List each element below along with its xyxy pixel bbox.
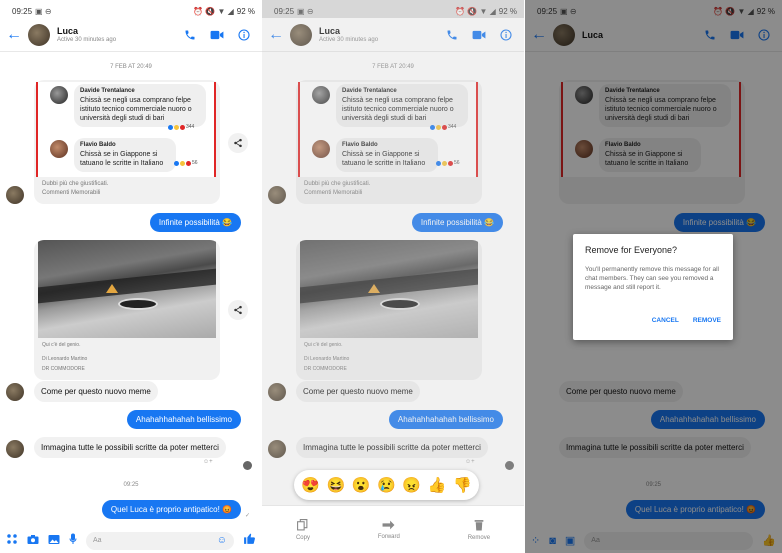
remove-button[interactable]: Remove (468, 519, 490, 541)
cancel-button[interactable]: CANCEL (652, 317, 679, 324)
date-stamp: 7 FEB AT 20:49 (110, 64, 152, 70)
message-incoming[interactable]: Come per questo nuovo meme (34, 381, 158, 402)
comment-text: Chissà se in Giappone si tatuano le scri… (80, 151, 164, 167)
back-arrow-icon[interactable]: ← (0, 26, 28, 44)
video-call-icon[interactable] (210, 29, 224, 41)
reaction-love-icon[interactable]: 😍 (301, 476, 320, 494)
battery-level: 92 % (236, 7, 255, 16)
microphone-icon[interactable] (69, 532, 77, 550)
remove-label: Remove (467, 534, 491, 541)
reaction-sad-icon[interactable]: 😢 (377, 476, 396, 494)
copy-label: Copy (295, 534, 310, 541)
chat-panel-reaction-menu: 09:25 ▣ ⊖ ⏰ 🔇 ▼ ◢ 92 % ← Luca Active 30 mi… (262, 0, 524, 553)
confirm-remove-button[interactable]: REMOVE (693, 317, 721, 324)
chat-panel-normal: 09:25 ▣ ⊖ ⏰ 🔇 ▼ ◢ 92 % ← Luca Active 30 mi… (0, 0, 262, 553)
add-reaction-icon[interactable]: ☺+ (203, 459, 213, 465)
time-stamp: 09:25 (123, 482, 139, 488)
reaction-count: 56 (192, 160, 198, 166)
reaction-wow-icon[interactable]: 😮 (352, 476, 371, 494)
contact-avatar[interactable] (28, 23, 50, 46)
post-caption: Dubbi più che giustificati. (42, 181, 109, 187)
sender-avatar (6, 383, 24, 401)
forward-label: Forward (377, 533, 400, 540)
chat-panel-remove-dialog: 09:25 ▣ ⊖ ⏰ 🔇 ▼ ◢ 92 % ← Luca Davide Trent… (525, 0, 782, 553)
share-icon[interactable] (228, 133, 248, 153)
comment-reactions: 56 (174, 160, 198, 166)
remove-dialog: Remove for Everyone? You'll permanently … (573, 234, 733, 340)
copy-icon (297, 518, 308, 530)
info-icon[interactable] (238, 28, 250, 41)
composer-bar: Aa ☺ (0, 528, 262, 553)
like-thumb-icon[interactable] (243, 532, 256, 550)
share-icon[interactable] (228, 300, 248, 320)
reaction-count: 344 (186, 124, 195, 130)
message-outgoing[interactable]: Infinite possibilità 😂 (149, 213, 241, 232)
reaction-dislike-icon[interactable]: 👎 (453, 476, 472, 494)
post-caption: Qui c'è del genio. (42, 342, 81, 348)
status-time: 09:25 (12, 7, 33, 16)
reaction-picker: 😍 😆 😮 😢 😠 👍 👎 (294, 470, 479, 500)
notification-icon: ▣ ⊖ (35, 7, 52, 16)
copy-button[interactable]: Copy (295, 518, 310, 541)
forward-icon (382, 520, 395, 529)
dialog-body: You'll permanently remove this message f… (585, 266, 719, 291)
post-source: DR COMMODORE (42, 366, 85, 372)
message-input[interactable]: Aa ☺ (86, 531, 234, 550)
reaction-like-icon[interactable]: 👍 (428, 476, 447, 494)
system-icons: ⏰ 🔇 ▼ ◢ (193, 7, 234, 16)
apps-icon[interactable] (6, 532, 18, 550)
status-bar: 09:25 ▣ ⊖ ⏰ 🔇 ▼ ◢ 92 % (0, 0, 262, 18)
forward-button[interactable]: Forward (378, 520, 400, 540)
comment-text: Chissà se negli usa comprano felpe istit… (80, 97, 192, 122)
dialog-title: Remove for Everyone? (585, 245, 678, 255)
meme-image (38, 240, 216, 338)
chat-header: ← Luca Active 30 minutes ago (0, 18, 262, 52)
seen-avatar (243, 461, 252, 470)
message-incoming[interactable]: Immagina tutte le possibili scritte da p… (34, 437, 226, 458)
camera-icon[interactable] (27, 532, 39, 550)
gallery-icon[interactable] (48, 532, 60, 550)
sender-avatar (6, 186, 24, 204)
reaction-laugh-icon[interactable]: 😆 (327, 476, 346, 494)
active-status: Active 30 minutes ago (57, 37, 117, 43)
contact-name[interactable]: Luca (57, 26, 116, 36)
message-placeholder: Aa (93, 537, 102, 544)
commenter-avatar (50, 140, 68, 158)
trash-icon (474, 519, 484, 530)
sender-avatar (6, 440, 24, 458)
shared-post-card[interactable]: Davide Trentalance Chissà se negli usa c… (34, 80, 220, 204)
comment-reactions: 344 (168, 124, 194, 130)
post-preview: Davide Trentalance Chissà se negli usa c… (36, 82, 216, 177)
commenter-avatar (50, 86, 68, 104)
reaction-angry-icon[interactable]: 😠 (402, 476, 421, 494)
message-outgoing-selected[interactable]: Quel Luca è proprio antipatico! 😡 (101, 500, 241, 519)
post-source: Commenti Memorabili (42, 190, 101, 196)
phone-icon[interactable] (184, 29, 196, 41)
sent-check-icon: ✓ (245, 513, 251, 519)
comment-bubble: Davide Trentalance Chissà se negli usa c… (74, 84, 206, 127)
shared-image-card[interactable]: Qui c'è del genio. Di Leonardo Martino D… (34, 240, 220, 380)
message-outgoing[interactable]: Ahahahhahahah bellissimo (126, 410, 241, 429)
emoji-icon[interactable]: ☺ (217, 535, 227, 546)
message-action-bar: Copy Forward Remove (262, 505, 524, 553)
comment-author: Davide Trentalance (80, 88, 135, 94)
comment-bubble: Flavio Baldo Chissà se in Giappone si ta… (74, 138, 176, 172)
post-author: Di Leonardo Martino (42, 356, 88, 362)
comment-author: Flavio Baldo (80, 142, 116, 148)
